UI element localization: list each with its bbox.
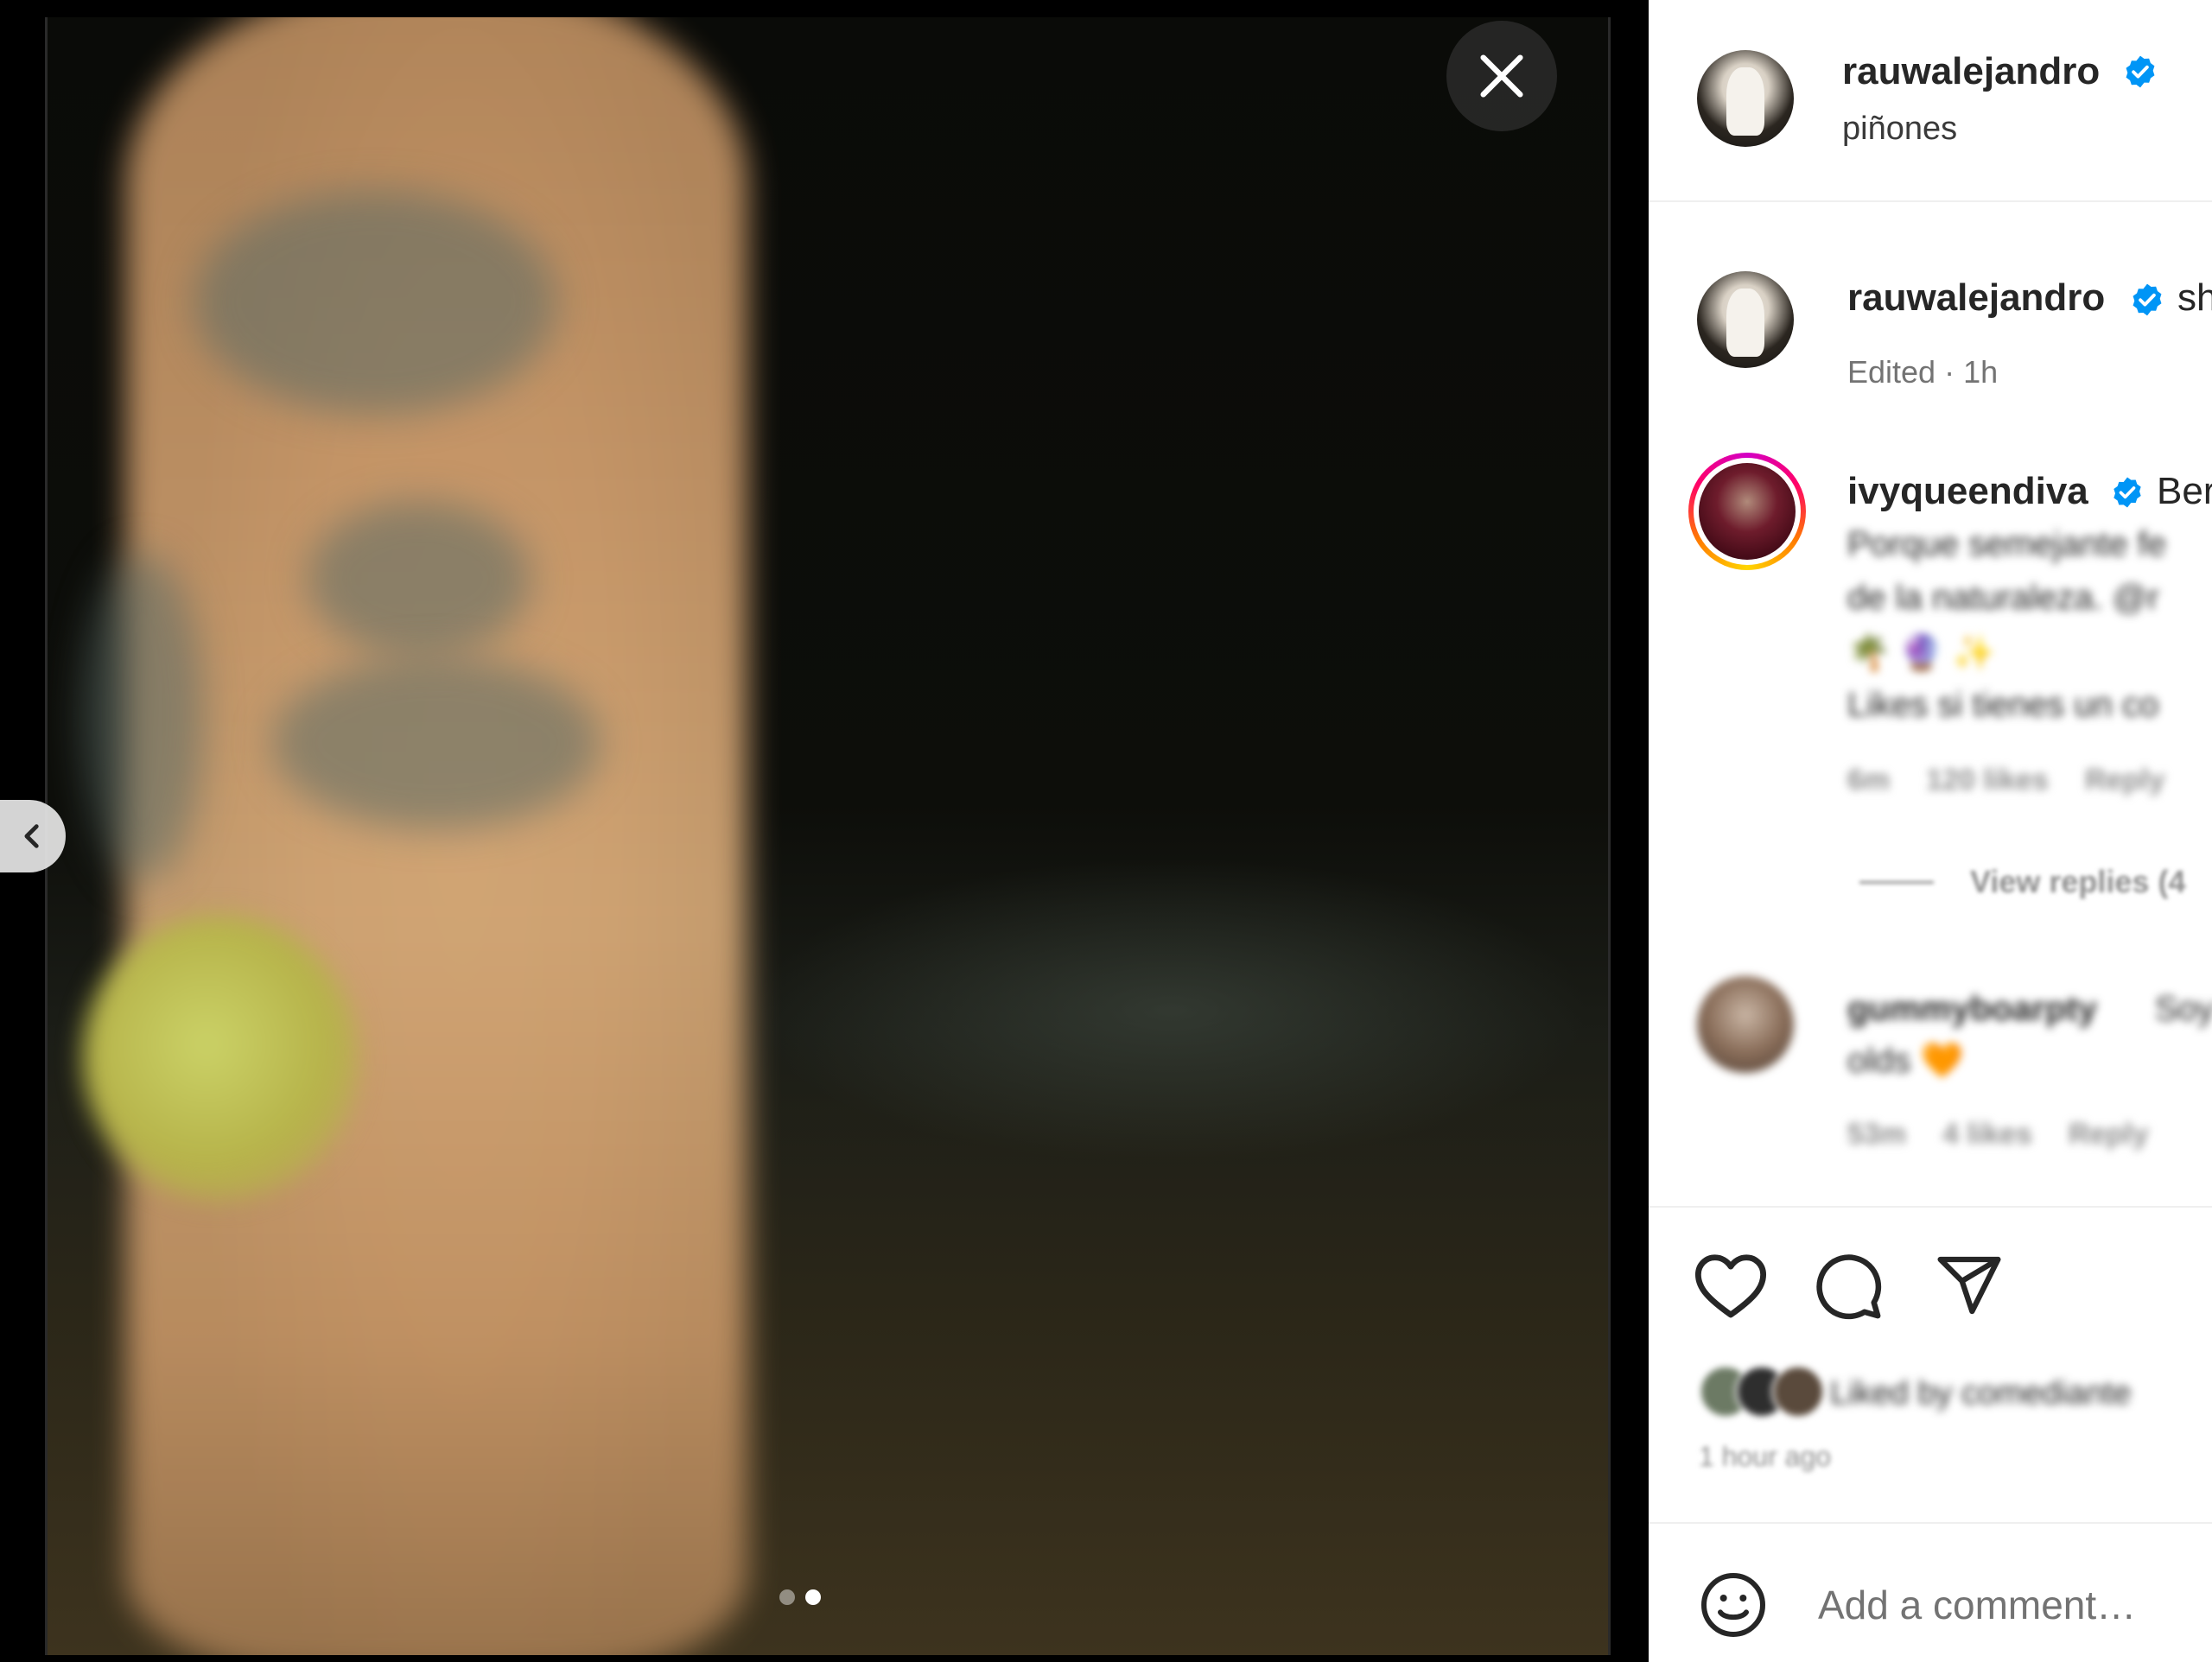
- comment-username[interactable]: ivyqueendiva: [1847, 470, 2088, 513]
- comment-likes[interactable]: 4 likes: [1942, 1118, 2032, 1151]
- heart-icon[interactable]: [1694, 1251, 1768, 1320]
- post-header: rauwalejandro piñones: [1649, 0, 2212, 202]
- comment-text: Soy: [2155, 990, 2212, 1028]
- liked-by-text[interactable]: Liked by comediante: [1830, 1375, 2132, 1412]
- view-replies-button[interactable]: View replies (4: [1859, 864, 2185, 900]
- chevron-left-icon: [24, 824, 39, 848]
- comment-actions: 53m 4 likes Reply: [1847, 1118, 2149, 1151]
- liked-by-avatars[interactable]: [1699, 1365, 1825, 1418]
- comment-text-line: Porque semejante fe: [1847, 525, 2167, 563]
- comment-emoji-line: 🌴 🔮 ✨: [1847, 634, 1996, 672]
- comment-text-line: olds 🧡: [1847, 1042, 1964, 1080]
- divider: [1649, 1206, 2212, 1208]
- commenter-avatar-story-ring[interactable]: [1688, 453, 1806, 570]
- comment-likes[interactable]: 120 likes: [1926, 764, 2049, 797]
- caption-text: sh: [2177, 276, 2212, 319]
- caption-meta: Edited · 1h: [1847, 354, 1999, 390]
- comment-time: 53m: [1847, 1118, 1907, 1151]
- comment-icon[interactable]: [1813, 1251, 1884, 1322]
- photo-tattoo: [82, 553, 203, 881]
- commenter-avatar[interactable]: [1697, 976, 1794, 1073]
- post-details-panel: rauwalejandro piñones rauwalejandro sh E…: [1649, 0, 2212, 1662]
- post-photo: [45, 17, 1611, 1655]
- comment-actions: 6m 120 likes Reply: [1847, 764, 2165, 797]
- verified-badge-icon: [2113, 477, 2141, 508]
- divider: [1649, 1522, 2212, 1524]
- verified-badge-icon: [2126, 55, 2155, 88]
- photo-coconut: [82, 916, 359, 1201]
- author-avatar[interactable]: [1697, 50, 1794, 147]
- caption-username[interactable]: rauwalejandro: [1847, 276, 2105, 320]
- comment-username[interactable]: gummyboarpty: [1847, 990, 2097, 1029]
- author-username[interactable]: rauwalejandro: [1842, 50, 2100, 93]
- close-button[interactable]: [1446, 21, 1557, 131]
- emoji-icon[interactable]: [1699, 1570, 1768, 1640]
- photo-tattoo: [272, 657, 601, 829]
- add-comment-input[interactable]: [1818, 1574, 2198, 1636]
- verified-badge-icon: [2133, 283, 2162, 316]
- carousel-dot-active[interactable]: [805, 1589, 821, 1605]
- view-replies-label: View replies (4: [1970, 864, 2186, 899]
- post-location[interactable]: piñones: [1842, 111, 1957, 148]
- carousel-indicator: [779, 1589, 821, 1605]
- comment-time: 6m: [1847, 764, 1891, 796]
- close-icon: [1480, 54, 1523, 98]
- divider-line: [1859, 880, 1934, 884]
- caption-author-avatar[interactable]: [1697, 271, 1794, 368]
- comment-text-line: de la naturaleza. @r: [1847, 579, 2159, 617]
- photo-tattoo: [307, 501, 531, 657]
- post-timestamp[interactable]: 1 hour ago: [1699, 1441, 1831, 1473]
- send-icon[interactable]: [1934, 1251, 2005, 1320]
- comment-text-line: Likes si tienes un co: [1847, 686, 2159, 724]
- carousel-dot[interactable]: [779, 1589, 795, 1605]
- reply-button[interactable]: Reply: [2069, 1118, 2149, 1151]
- media-viewer: [0, 0, 1649, 1662]
- reply-button[interactable]: Reply: [2085, 764, 2165, 797]
- photo-tattoo: [194, 190, 557, 415]
- comment-text: Ber: [2157, 470, 2212, 512]
